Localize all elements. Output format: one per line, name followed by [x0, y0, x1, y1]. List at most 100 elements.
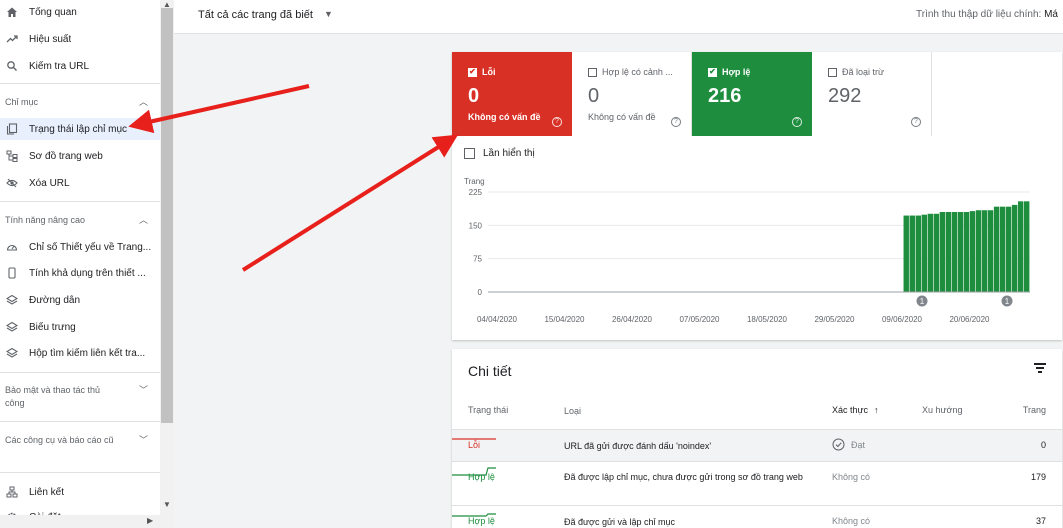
y-axis-label: Trang	[464, 177, 485, 186]
tile-error[interactable]: ✔ Lỗi 0 Không có vấn đề ?	[452, 52, 572, 136]
sidebar-item-core-web-vitals[interactable]: Chỉ số Thiết yếu về Trang...	[0, 236, 160, 258]
bar	[951, 212, 958, 292]
tile-valid[interactable]: ✔ Hợp lệ 216 ?	[692, 52, 812, 136]
y-tick-label: 225	[469, 188, 483, 197]
primary-crawler-label: Trình thu thập dữ liệu chính: Má	[916, 9, 1058, 20]
chevron-down-icon: ﹀	[138, 435, 148, 445]
x-tick-label: 18/05/2020	[747, 315, 788, 324]
check-circle-icon	[832, 438, 845, 451]
checkbox-checked-icon[interactable]: ✔	[468, 67, 477, 77]
scroll-down-arrow-icon[interactable]: ▼	[163, 500, 171, 509]
divider	[0, 472, 160, 473]
column-header-pages[interactable]: Trang	[1023, 405, 1046, 415]
bar	[975, 210, 982, 292]
coverage-card: ✔ Lỗi 0 Không có vấn đề ? Hợp lệ có cảnh …	[452, 52, 1062, 340]
search-console-window: Tổng quan Hiệu suất Kiểm tra URL Chỉ mục…	[0, 0, 1063, 528]
bar	[927, 213, 934, 292]
chevron-up-icon: ︿	[138, 215, 148, 225]
status-tiles: ✔ Lỗi 0 Không có vấn đề ? Hợp lệ có cảnh …	[452, 52, 932, 136]
pages-icon	[5, 122, 19, 136]
sidebar-item-performance[interactable]: Hiệu suất	[0, 28, 160, 50]
table-row[interactable]: Hợp lệ Đã được gửi và lập chỉ mục Không …	[452, 505, 1062, 528]
bar	[921, 214, 928, 292]
filter-icon[interactable]	[1034, 363, 1046, 375]
sidebar-item-removals[interactable]: Xóa URL	[0, 172, 160, 194]
section-legacy-tools[interactable]: Các công cụ và báo cáo cũ ﹀	[0, 434, 160, 447]
scroll-right-arrow-icon[interactable]: ▶	[147, 516, 153, 525]
details-title: Chi tiết	[468, 363, 512, 379]
sidebar-horizontal-scrollbar[interactable]: ▶	[0, 515, 174, 528]
layers-icon	[5, 293, 19, 307]
checkbox-unchecked-icon[interactable]	[828, 67, 837, 77]
annotation-label: 1	[1005, 297, 1010, 306]
page-filter-dropdown[interactable]: Tất cả các trang đã biết	[198, 9, 313, 21]
divider	[0, 421, 160, 422]
sidebar-item-mobile-usability[interactable]: Tính khả dụng trên thiết ...	[0, 262, 160, 284]
bar	[945, 212, 952, 292]
chevron-down-icon: ﹀	[138, 385, 148, 395]
sidebar-scrollbar[interactable]: ▲ ▼	[160, 0, 174, 528]
bar	[1023, 201, 1030, 292]
trend-icon	[5, 32, 19, 46]
column-header-validation[interactable]: Xác thực ↑	[832, 405, 879, 415]
table-header: Trạng thái Loại Xác thực ↑ Xu hướng Trang	[452, 399, 1062, 419]
help-icon[interactable]: ?	[911, 117, 921, 127]
bar	[903, 215, 909, 292]
bar	[915, 215, 921, 292]
tile-excluded[interactable]: Đã loại trừ 292 ?	[812, 52, 932, 136]
chevron-up-icon: ︿	[138, 97, 148, 107]
table-row[interactable]: Hợp lệ Đã được lập chỉ mục, chưa được gử…	[452, 461, 1062, 505]
checkbox-unchecked-icon[interactable]	[464, 148, 475, 159]
column-header-trend[interactable]: Xu hướng	[922, 405, 962, 415]
annotation-arrow	[241, 134, 459, 272]
scrollbar-thumb[interactable]	[161, 8, 173, 423]
sidebar-item-sitemaps[interactable]: Sơ đồ trang web	[0, 145, 160, 167]
sidebar-item-logos[interactable]: Biểu trưng	[0, 316, 160, 338]
help-icon[interactable]: ?	[792, 117, 802, 127]
column-header-type[interactable]: Loại	[564, 405, 814, 417]
coverage-chart: Trang 0 75 150 225 04/04/2020 15/04/2020 26/04/…	[464, 177, 1030, 324]
bar	[981, 210, 988, 292]
top-bar: Tất cả các trang đã biết ▼ Trình thu thậ…	[174, 0, 1063, 34]
bar	[933, 213, 940, 292]
details-card: Chi tiết Trạng thái Loại Xác thực ↑ Xu hư…	[452, 349, 1062, 528]
arrow-up-icon: ↑	[874, 405, 879, 415]
divider	[0, 372, 160, 373]
bar	[993, 206, 1000, 292]
sidebar: Tổng quan Hiệu suất Kiểm tra URL Chỉ mục…	[0, 0, 160, 528]
x-tick-label: 20/06/2020	[949, 315, 990, 324]
sidebar-item-sitelinks-searchbox[interactable]: Hộp tìm kiếm liên kết tra...	[0, 342, 160, 364]
x-tick-label: 26/04/2020	[612, 315, 653, 324]
column-header-status[interactable]: Trạng thái	[468, 405, 508, 415]
eye-off-icon	[5, 176, 19, 190]
gauge-icon	[5, 240, 19, 254]
sidebar-item-index-coverage[interactable]: Trạng thái lập chỉ mục	[0, 118, 160, 140]
sidebar-item-url-inspection[interactable]: Kiểm tra URL	[0, 55, 160, 77]
layers-icon	[5, 320, 19, 334]
bar	[969, 211, 976, 292]
help-icon[interactable]: ?	[671, 117, 681, 127]
links-icon	[5, 485, 19, 499]
sidebar-item-links[interactable]: Liên kết	[0, 481, 160, 503]
checkbox-unchecked-icon[interactable]	[588, 67, 597, 77]
y-tick-label: 75	[473, 255, 482, 264]
x-tick-label: 29/05/2020	[814, 315, 855, 324]
tile-valid-with-warnings[interactable]: Hợp lệ có cảnh ... 0 Không có vấn đề ?	[572, 52, 692, 136]
help-icon[interactable]: ?	[552, 117, 562, 127]
sidebar-item-overview[interactable]: Tổng quan	[0, 1, 160, 23]
home-icon	[5, 5, 19, 19]
dropdown-caret-icon[interactable]: ▼	[324, 9, 333, 19]
checkbox-checked-icon[interactable]: ✔	[708, 67, 717, 77]
section-index[interactable]: Chỉ mục ︿	[0, 96, 160, 109]
search-icon	[5, 59, 19, 73]
bar	[963, 212, 970, 292]
impressions-toggle[interactable]: Lần hiển thị	[464, 148, 535, 159]
section-security[interactable]: Bảo mật và thao tác thủ công ﹀	[0, 384, 160, 410]
bar	[1017, 201, 1024, 292]
section-enhancements[interactable]: Tính năng nâng cao ︿	[0, 214, 160, 227]
y-tick-label: 0	[478, 288, 483, 297]
bar	[987, 210, 994, 292]
sidebar-item-breadcrumbs[interactable]: Đường dẫn	[0, 289, 160, 311]
divider	[0, 83, 160, 84]
table-row[interactable]: Lỗi URL đã gửi được đánh dấu 'noindex' Đ…	[452, 429, 1062, 461]
